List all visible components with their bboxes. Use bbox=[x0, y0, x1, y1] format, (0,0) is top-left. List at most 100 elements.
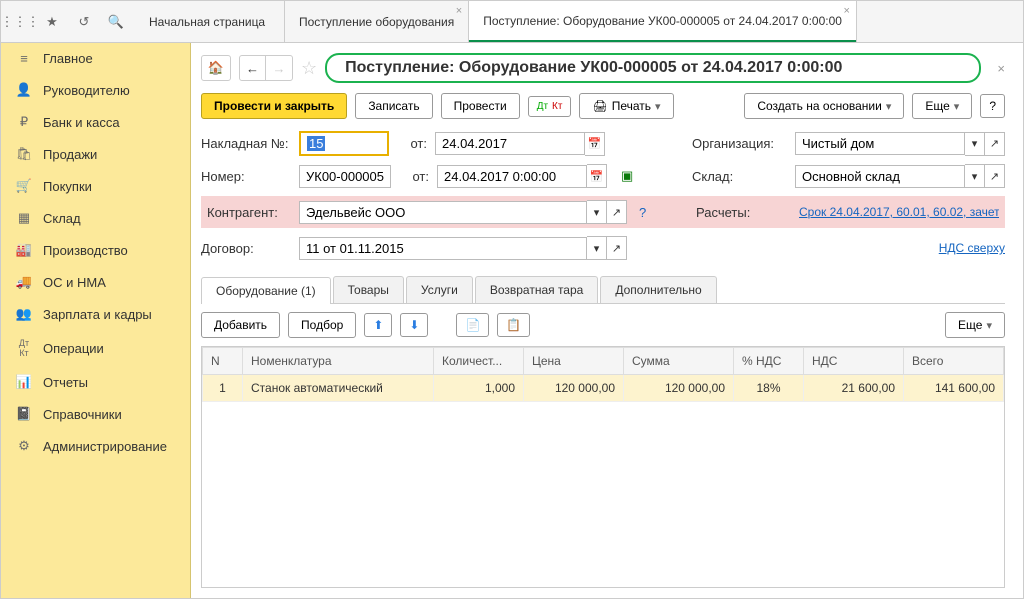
cart-icon: 🛒 bbox=[15, 178, 33, 194]
pick-button[interactable]: Подбор bbox=[288, 312, 356, 338]
cell-n[interactable]: 1 bbox=[203, 375, 243, 402]
sidebar-item-main[interactable]: ≡Главное bbox=[1, 43, 190, 74]
main-area: 🏠 ← → ☆ Поступление: Оборудование УК00-0… bbox=[191, 43, 1023, 598]
arrow-down-icon: ⬇ bbox=[409, 318, 419, 332]
help-icon[interactable]: ? bbox=[639, 205, 646, 220]
paste-button[interactable]: 📋 bbox=[497, 313, 530, 337]
tab-home[interactable]: Начальная страница bbox=[135, 1, 285, 42]
org-input[interactable] bbox=[795, 132, 965, 155]
nav-back-button[interactable]: ← bbox=[240, 56, 266, 80]
nav-forward-button[interactable]: → bbox=[266, 56, 292, 80]
sidebar-item-purchases[interactable]: 🛒Покупки bbox=[1, 170, 190, 202]
cell-vat[interactable]: 21 600,00 bbox=[804, 375, 904, 402]
from-label-2: от: bbox=[399, 169, 429, 184]
vat-link[interactable]: НДС сверху bbox=[939, 241, 1005, 255]
more-button[interactable]: Еще▾ bbox=[912, 93, 972, 119]
row-number: Номер: от: 📅 ▣ Склад: ▾ ↗ bbox=[201, 164, 1005, 188]
sidebar-item-operations[interactable]: ДтКтОперации bbox=[1, 330, 190, 366]
sidebar-item-assets[interactable]: 🚚ОС и НМА bbox=[1, 266, 190, 298]
dropdown-icon[interactable]: ▾ bbox=[965, 132, 985, 156]
org-label: Организация: bbox=[692, 136, 787, 151]
tab-receipts[interactable]: Поступление оборудования × bbox=[285, 1, 469, 42]
nav-back-forward: ← → bbox=[239, 55, 293, 81]
tab-document[interactable]: Поступление: Оборудование УК00-000005 от… bbox=[469, 1, 857, 42]
move-up-button[interactable]: ⬆ bbox=[364, 313, 392, 337]
cell-vat-pct[interactable]: 18% bbox=[734, 375, 804, 402]
create-based-button[interactable]: Создать на основании▾ bbox=[744, 93, 904, 119]
items-grid[interactable]: N Номенклатура Количест... Цена Сумма % … bbox=[201, 346, 1005, 588]
tab-label: Поступление оборудования bbox=[299, 15, 454, 29]
counterparty-label: Контрагент: bbox=[207, 205, 291, 220]
sidebar-item-catalogs[interactable]: 📓Справочники bbox=[1, 398, 190, 430]
table-more-button[interactable]: Еще▾ bbox=[945, 312, 1005, 338]
cell-item[interactable]: Станок автоматический bbox=[243, 375, 434, 402]
number-input[interactable] bbox=[299, 165, 391, 188]
post-and-close-button[interactable]: Провести и закрыть bbox=[201, 93, 347, 119]
sidebar-item-hr[interactable]: 👥Зарплата и кадры bbox=[1, 298, 190, 330]
chevron-down-icon: ▾ bbox=[986, 319, 992, 332]
sidebar-item-bank[interactable]: ₽Банк и касса bbox=[1, 106, 190, 138]
sidebar-item-warehouse[interactable]: ▦Склад bbox=[1, 202, 190, 234]
sidebar-item-production[interactable]: 🏭Производство bbox=[1, 234, 190, 266]
paste-icon: 📋 bbox=[506, 318, 521, 332]
help-button[interactable]: ? bbox=[980, 94, 1005, 118]
doc-tabs: Оборудование (1) Товары Услуги Возвратна… bbox=[201, 276, 1005, 304]
dropdown-icon[interactable]: ▾ bbox=[965, 164, 985, 188]
posted-icon[interactable]: ▣ bbox=[621, 168, 633, 184]
menu-icon: ≡ bbox=[15, 51, 33, 66]
copy-button[interactable]: 📄 bbox=[456, 313, 489, 337]
doc-tab-goods[interactable]: Товары bbox=[333, 276, 404, 303]
sidebar-item-admin[interactable]: ⚙Администрирование bbox=[1, 430, 190, 462]
dtkt-button[interactable]: ДтКт bbox=[528, 96, 572, 117]
doc-tab-additional[interactable]: Дополнительно bbox=[600, 276, 716, 303]
close-icon[interactable]: × bbox=[844, 5, 850, 17]
open-icon[interactable]: ↗ bbox=[607, 200, 627, 224]
print-button[interactable]: 🖨Печать▾ bbox=[579, 93, 673, 119]
cell-price[interactable]: 120 000,00 bbox=[524, 375, 624, 402]
row-contract: Договор: ▾ ↗ НДС сверху bbox=[201, 236, 1005, 260]
datetime-input[interactable] bbox=[437, 165, 587, 188]
search-icon[interactable]: 🔍 bbox=[107, 13, 125, 31]
doc-tab-services[interactable]: Услуги bbox=[406, 276, 473, 303]
open-icon[interactable]: ↗ bbox=[985, 132, 1005, 156]
doc-tab-equipment[interactable]: Оборудование (1) bbox=[201, 277, 331, 304]
home-button[interactable]: 🏠 bbox=[201, 55, 231, 81]
open-icon[interactable]: ↗ bbox=[985, 164, 1005, 188]
apps-icon[interactable]: ⋮⋮⋮ bbox=[11, 13, 29, 31]
add-row-button[interactable]: Добавить bbox=[201, 312, 280, 338]
dropdown-icon[interactable]: ▾ bbox=[587, 236, 607, 260]
doc-tab-returnable[interactable]: Возвратная тара bbox=[475, 276, 599, 303]
printer-icon: 🖨 bbox=[592, 99, 607, 113]
warehouse-input[interactable] bbox=[795, 165, 965, 188]
post-button[interactable]: Провести bbox=[441, 93, 520, 119]
star-icon[interactable]: ★ bbox=[43, 13, 61, 31]
cell-total[interactable]: 141 600,00 bbox=[904, 375, 1004, 402]
factory-icon: 🏭 bbox=[15, 242, 33, 258]
save-button[interactable]: Записать bbox=[355, 93, 432, 119]
calendar-icon[interactable]: 📅 bbox=[585, 132, 605, 156]
contract-input[interactable] bbox=[299, 237, 587, 260]
grid-icon: ▦ bbox=[15, 210, 33, 226]
open-icon[interactable]: ↗ bbox=[607, 236, 627, 260]
chart-icon: 📊 bbox=[15, 374, 33, 390]
history-icon[interactable]: ↺ bbox=[75, 13, 93, 31]
calendar-icon[interactable]: 📅 bbox=[587, 164, 607, 188]
close-icon[interactable]: × bbox=[456, 5, 462, 17]
people-icon: 👥 bbox=[15, 306, 33, 322]
invoice-no-input[interactable]: 15 bbox=[299, 131, 389, 156]
counterparty-input[interactable] bbox=[299, 201, 587, 224]
invoice-date-input[interactable] bbox=[435, 132, 585, 155]
close-doc-button[interactable]: × bbox=[997, 61, 1005, 76]
sidebar-item-reports[interactable]: 📊Отчеты bbox=[1, 366, 190, 398]
dropdown-icon[interactable]: ▾ bbox=[587, 200, 607, 224]
table-row[interactable]: 1 Станок автоматический 1,000 120 000,00… bbox=[203, 375, 1004, 402]
favorite-icon[interactable]: ☆ bbox=[301, 58, 317, 79]
cell-sum[interactable]: 120 000,00 bbox=[624, 375, 734, 402]
tab-label: Начальная страница bbox=[149, 15, 265, 29]
sidebar-item-manager[interactable]: 👤Руководителю bbox=[1, 74, 190, 106]
move-down-button[interactable]: ⬇ bbox=[400, 313, 428, 337]
cell-qty[interactable]: 1,000 bbox=[434, 375, 524, 402]
sidebar-item-sales[interactable]: 🛍Продажи bbox=[1, 138, 190, 170]
calc-link[interactable]: Срок 24.04.2017, 60.01, 60.02, зачет ... bbox=[799, 205, 999, 219]
from-label: от: bbox=[397, 136, 427, 151]
